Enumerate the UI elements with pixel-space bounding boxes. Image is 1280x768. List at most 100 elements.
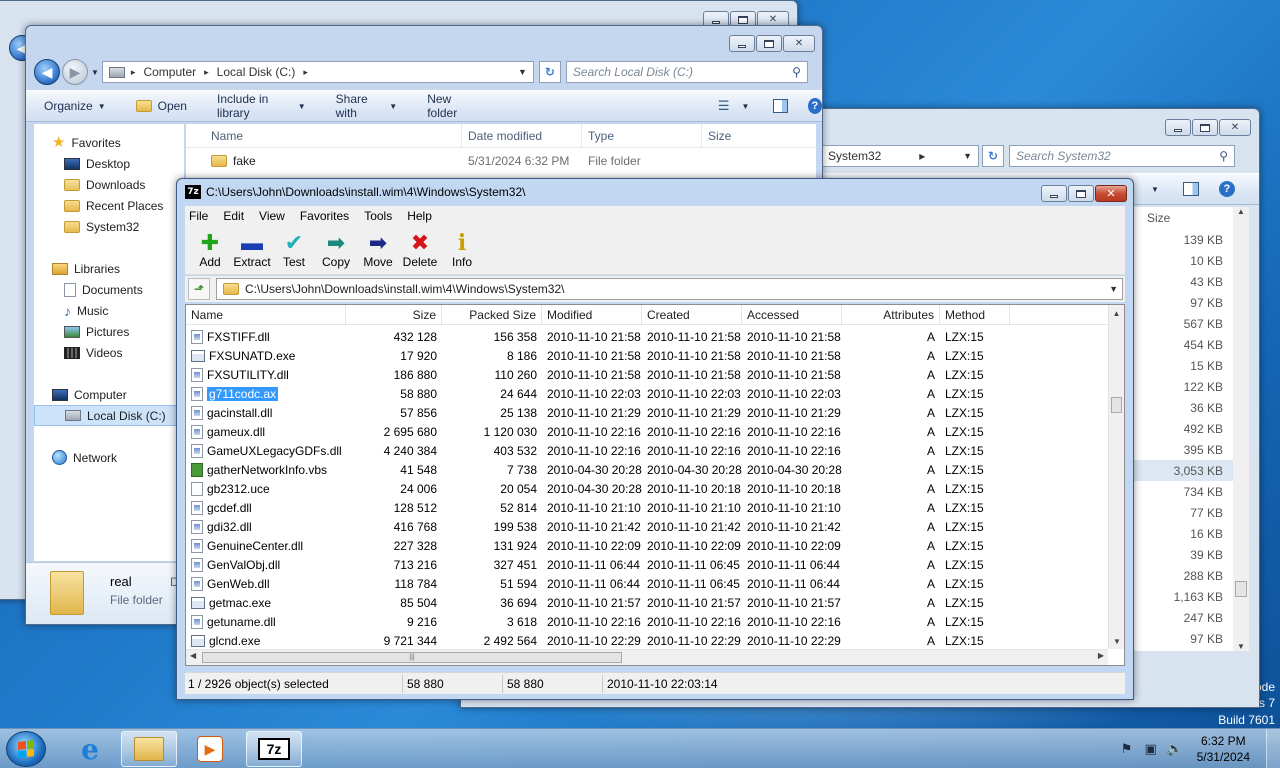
table-row[interactable]: glcnd.exe 9 721 344 2 492 564 2010-11-10 22… [186, 631, 1108, 650]
extract-button[interactable]: ▬ Extract [231, 225, 273, 274]
maximize-button[interactable] [756, 35, 782, 52]
vertical-scrollbar[interactable]: ▲ ▼ [1233, 207, 1249, 651]
list-item-size[interactable]: 247 KB [1133, 607, 1245, 628]
sevenzip-window[interactable]: 7z C:\Users\John\Downloads\install.wim\4… [176, 178, 1134, 700]
nav-desktop[interactable]: Desktop [34, 153, 184, 174]
list-item-size[interactable]: 288 KB [1133, 565, 1245, 586]
scroll-down-icon[interactable]: ▼ [1233, 642, 1249, 651]
organize-button[interactable]: Organize ▼ [44, 99, 106, 113]
column-size[interactable]: Size [346, 305, 442, 325]
close-button[interactable]: ✕ [1095, 185, 1127, 202]
info-button[interactable]: i Info [441, 225, 483, 274]
table-row[interactable]: getuname.dll 9 216 3 618 2010-11-10 22:16 20… [186, 612, 1108, 631]
table-row[interactable]: GenValObj.dll 713 216 327 451 2010-11-11 06… [186, 555, 1108, 574]
list-item-size[interactable]: 3,053 KB [1133, 460, 1245, 481]
close-button[interactable]: ✕ [1219, 119, 1251, 136]
nav-libraries[interactable]: Libraries [34, 258, 184, 279]
menu-favorites[interactable]: Favorites [300, 209, 349, 223]
maximize-button[interactable] [1068, 185, 1094, 202]
list-item-size[interactable]: 10 KB [1133, 250, 1245, 271]
column-accessed[interactable]: Accessed [742, 305, 842, 325]
preview-pane-icon[interactable] [773, 99, 788, 113]
back-button[interactable]: ◀ [34, 59, 60, 85]
help-icon[interactable]: ? [1218, 181, 1235, 197]
address-bar[interactable]: System32 ▸ ▼ [821, 145, 979, 167]
nav-documents[interactable]: Documents [34, 279, 184, 300]
taskbar-media-player[interactable]: ▶ [182, 731, 238, 767]
scroll-right-icon[interactable]: ▶ [1098, 651, 1104, 660]
share-with-button[interactable]: Share with ▼ [336, 92, 398, 120]
scroll-up-icon[interactable]: ▲ [1109, 305, 1124, 321]
scroll-left-icon[interactable]: ◀ [190, 651, 196, 660]
list-item-size[interactable]: 39 KB [1133, 544, 1245, 565]
move-button[interactable]: ➡ Move [357, 225, 399, 274]
file-list-size-column[interactable]: Size 139 KB 10 KB 43 KB 97 KB 567 KB 454 KB 15… [1133, 207, 1245, 651]
scroll-down-icon[interactable]: ▼ [1109, 633, 1124, 649]
list-item-size[interactable]: 43 KB [1133, 271, 1245, 292]
menu-file[interactable]: File [189, 209, 208, 223]
view-chevron-icon[interactable]: ▼ [742, 102, 750, 111]
breadcrumb-computer[interactable]: Computer [143, 65, 196, 79]
refresh-button[interactable]: ↻ [538, 61, 561, 83]
column-modified[interactable]: Modified [542, 305, 642, 325]
table-row[interactable]: GameUXLegacyGDFs.dll 4 240 384 403 532 2010… [186, 441, 1108, 460]
column-packed-size[interactable]: Packed Size [442, 305, 542, 325]
start-button[interactable] [6, 731, 46, 767]
table-row[interactable]: gb2312.uce 24 006 20 054 2010-04-30 20:28 20… [186, 479, 1108, 498]
table-row[interactable]: FXSUTILITY.dll 186 880 110 260 2010-11-10 2… [186, 365, 1108, 384]
table-row[interactable]: GenWeb.dll 118 784 51 594 2010-11-11 06:44 2… [186, 574, 1108, 593]
list-item-size[interactable]: 492 KB [1133, 418, 1245, 439]
test-button[interactable]: ✔ Test [273, 225, 315, 274]
column-type[interactable]: Type [582, 124, 702, 147]
taskbar-7zip[interactable]: 7z [246, 731, 302, 767]
path-input[interactable]: C:\Users\John\Downloads\install.wim\4\Wi… [216, 278, 1123, 300]
column-attributes[interactable]: Attributes [842, 305, 940, 325]
list-item-size[interactable]: 97 KB [1133, 292, 1245, 313]
scroll-up-icon[interactable]: ▲ [1233, 207, 1249, 216]
list-item-size[interactable]: 567 KB [1133, 313, 1245, 334]
volume-muted-icon[interactable]: 🔈 [1167, 741, 1183, 757]
maximize-button[interactable] [1192, 119, 1218, 136]
include-in-library-button[interactable]: Include in library ▼ [217, 92, 306, 120]
table-row[interactable]: gcdef.dll 128 512 52 814 2010-11-10 21:10 20… [186, 498, 1108, 517]
refresh-button[interactable]: ↻ [982, 145, 1004, 167]
nav-computer[interactable]: Computer [34, 384, 184, 405]
show-desktop-button[interactable] [1266, 729, 1280, 768]
column-name[interactable]: Name [186, 124, 462, 147]
menu-view[interactable]: View [259, 209, 285, 223]
table-row[interactable]: FXSUNATD.exe 17 920 8 186 2010-11-10 21:58 2… [186, 346, 1108, 365]
nav-videos[interactable]: Videos [34, 342, 184, 363]
recent-pages-chevron-icon[interactable]: ▼ [91, 68, 99, 77]
clock[interactable]: 6:32 PM 5/31/2024 [1197, 733, 1250, 765]
address-bar[interactable]: ▸ Computer ▸ Local Disk (C:) ▸ ▼ [101, 61, 534, 83]
table-row[interactable]: GenuineCenter.dll 227 328 131 924 2010-11-1… [186, 536, 1108, 555]
horizontal-scroll-thumb[interactable]: ||| [202, 652, 622, 663]
list-item-size[interactable]: 122 KB [1133, 376, 1245, 397]
size-column-header[interactable]: Size [1133, 207, 1245, 229]
table-row[interactable]: gacinstall.dll 57 856 25 138 2010-11-10 21:… [186, 403, 1108, 422]
search-input[interactable]: Search Local Disk (C:) ⚲ [565, 61, 808, 83]
preview-pane-icon[interactable] [1182, 182, 1199, 196]
scroll-thumb[interactable] [1235, 581, 1247, 597]
navigation-pane[interactable]: ★ Favorites Desktop Downloads Recent Plac… [34, 124, 184, 561]
column-method[interactable]: Method [940, 305, 1010, 325]
new-folder-button[interactable]: New folder [427, 92, 478, 120]
nav-pictures[interactable]: Pictures [34, 321, 184, 342]
table-row[interactable]: FXSTIFF.dll 432 128 156 358 2010-11-10 21:5… [186, 327, 1108, 346]
column-created[interactable]: Created [642, 305, 742, 325]
nav-music[interactable]: ♪ Music [34, 300, 184, 321]
list-item-size[interactable]: 15 KB [1133, 355, 1245, 376]
path-dropdown-icon[interactable]: ▼ [1109, 284, 1118, 294]
add-button[interactable]: ✚ Add [189, 225, 231, 274]
nav-recent-places[interactable]: Recent Places [34, 195, 184, 216]
search-input[interactable]: Search System32 ⚲ [1009, 145, 1235, 167]
list-item-size[interactable]: 36 KB [1133, 397, 1245, 418]
list-item[interactable]: fake 5/31/2024 6:32 PM File folder [186, 148, 816, 174]
minimize-button[interactable] [1165, 119, 1191, 136]
minimize-button[interactable] [729, 35, 755, 52]
scroll-thumb[interactable] [1111, 397, 1122, 413]
list-item-size[interactable]: 77 KB [1133, 502, 1245, 523]
view-options-icon[interactable]: ☰ [718, 98, 730, 114]
table-row[interactable]: gatherNetworkInfo.vbs 41 548 7 738 2010-04-… [186, 460, 1108, 479]
vertical-scrollbar[interactable]: ▲ ▼ [1108, 305, 1124, 649]
